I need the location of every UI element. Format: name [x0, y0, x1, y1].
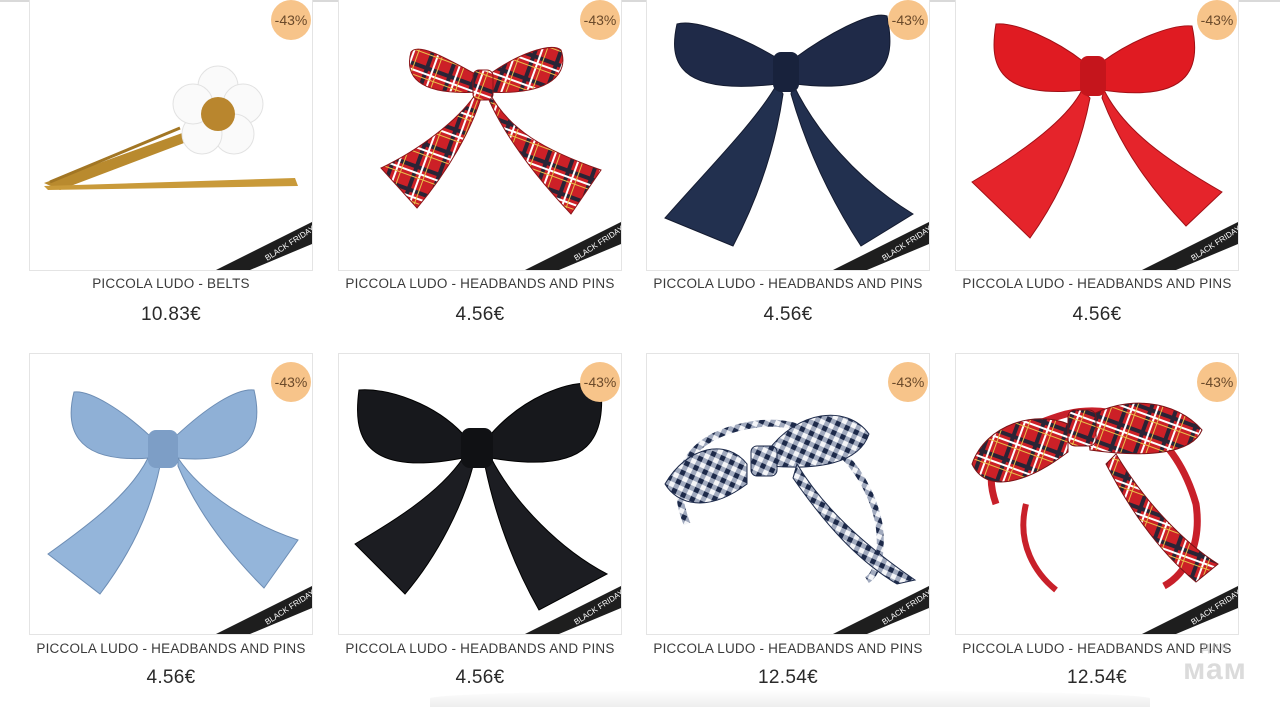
- watermark-line2: мам: [1183, 653, 1247, 686]
- discount-badge: -43%: [888, 362, 928, 402]
- product-title[interactable]: PICCOLA LUDO - BELTS: [29, 276, 313, 291]
- product-price: 4.56€: [455, 667, 505, 688]
- product-title[interactable]: PICCOLA LUDO - HEADBANDS AND PINS: [955, 276, 1239, 291]
- product-title[interactable]: PICCOLA LUDO - HEADBANDS AND PINS: [338, 276, 622, 291]
- product-title[interactable]: PICCOLA LUDO - HEADBANDS AND PINS: [646, 276, 930, 291]
- product-image[interactable]: -43% BLACK FRIDAY: [29, 0, 313, 271]
- discount-badge: -43%: [271, 0, 311, 40]
- product-image[interactable]: -43% BLACK FRIDAY: [646, 353, 930, 635]
- discount-badge: -43%: [1197, 362, 1237, 402]
- product-price: 10.83€: [141, 304, 201, 325]
- product-price: 4.56€: [146, 667, 196, 688]
- black-friday-ribbon: BLACK FRIDAY: [833, 204, 929, 270]
- product-image[interactable]: -43% BLACK FRIDAY: [646, 0, 930, 271]
- black-friday-ribbon: BLACK FRIDAY: [833, 568, 929, 634]
- black-friday-ribbon: BLACK FRIDAY: [1142, 568, 1238, 634]
- discount-badge: -43%: [580, 362, 620, 402]
- product-grid: -43% BLACK FRIDAY PICCOLA LUDO - BELTS 1…: [0, 0, 1280, 707]
- discount-badge: -43%: [1197, 0, 1237, 40]
- product-image[interactable]: -43% BLACK FRIDAY: [338, 353, 622, 635]
- discount-badge: -43%: [271, 362, 311, 402]
- product-price: 4.56€: [455, 304, 505, 325]
- product-price: 4.56€: [763, 304, 813, 325]
- product-title[interactable]: PICCOLA LUDO - HEADBANDS AND PINS: [338, 641, 622, 656]
- black-friday-ribbon: BLACK FRIDAY: [1142, 204, 1238, 270]
- watermark-logo: для мам: [1165, 640, 1265, 696]
- discount-badge: -43%: [888, 0, 928, 40]
- bottom-shadow: [430, 690, 1150, 707]
- black-friday-ribbon: BLACK FRIDAY: [216, 568, 312, 634]
- product-image[interactable]: -43% BLACK FRIDAY: [955, 353, 1239, 635]
- black-friday-ribbon: BLACK FRIDAY: [525, 568, 621, 634]
- product-title[interactable]: PICCOLA LUDO - HEADBANDS AND PINS: [29, 641, 313, 656]
- watermark-line1: для: [1201, 639, 1229, 654]
- product-image[interactable]: -43% BLACK FRIDAY: [29, 353, 313, 635]
- discount-badge: -43%: [580, 0, 620, 40]
- product-title[interactable]: PICCOLA LUDO - HEADBANDS AND PINS: [646, 641, 930, 656]
- black-friday-ribbon: BLACK FRIDAY: [216, 204, 312, 270]
- product-price: 4.56€: [1072, 304, 1122, 325]
- product-image[interactable]: -43% BLACK FRIDAY: [338, 0, 622, 271]
- product-image[interactable]: -43% BLACK FRIDAY: [955, 0, 1239, 271]
- black-friday-ribbon: BLACK FRIDAY: [525, 204, 621, 270]
- product-price: 12.54€: [758, 667, 818, 688]
